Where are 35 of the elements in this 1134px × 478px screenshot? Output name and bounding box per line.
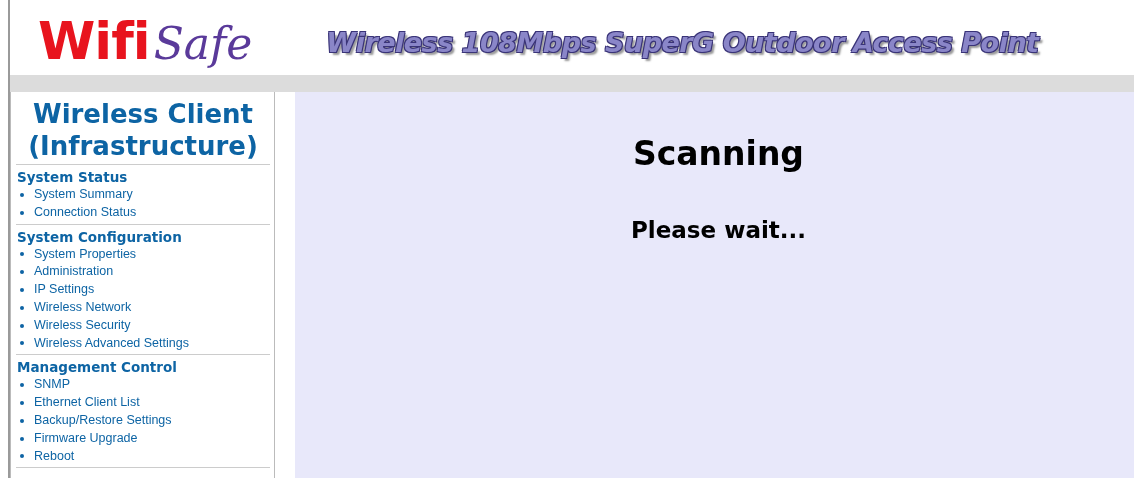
bullet-icon <box>20 436 24 441</box>
bullet-icon <box>20 252 24 257</box>
logo-text: Wifi <box>38 10 150 71</box>
section-heading: Management Control <box>17 358 178 377</box>
bullet-icon <box>20 454 24 459</box>
nav-link[interactable]: Backup/Restore Settings <box>17 411 172 430</box>
nav-link[interactable]: Ethernet Client List <box>17 394 140 412</box>
nav-link[interactable]: System Properties <box>17 245 137 264</box>
nav-link[interactable]: Wireless Security <box>17 316 131 335</box>
nav-link[interactable]: Wireless Advanced Settings <box>17 334 189 353</box>
bullet-icon <box>20 341 24 346</box>
nav-link[interactable]: Wireless Network <box>17 299 132 317</box>
bullet-icon <box>20 418 24 423</box>
bullet-icon <box>20 210 24 215</box>
page-heading: Scanning <box>633 134 804 173</box>
bullet-icon <box>20 288 24 293</box>
product-title: Wireless 108Mbps SuperG Outdoor Access Point <box>326 26 1039 58</box>
section-heading: System Status <box>17 168 129 186</box>
nav-link[interactable]: Connection Status <box>17 203 137 222</box>
bullet-icon <box>20 305 24 310</box>
nav-link[interactable]: SNMP <box>17 376 71 395</box>
bullet-icon <box>20 192 24 197</box>
nav-link[interactable]: Firmware Upgrade <box>17 429 138 448</box>
nav-link[interactable]: System Summary <box>17 186 133 204</box>
sidebar-title: Wireless Client (Infrastructure) <box>27 98 259 163</box>
nav-link[interactable]: Reboot <box>17 447 75 466</box>
status-message: Please wait... <box>631 217 806 243</box>
nav-link[interactable]: Administration <box>17 263 114 282</box>
bullet-icon <box>20 383 24 388</box>
section-heading: System Configuration <box>17 227 183 246</box>
logo-text: Safe <box>153 17 253 69</box>
nav-link[interactable]: IP Settings <box>17 281 95 299</box>
bullet-icon <box>20 270 24 275</box>
bullet-icon <box>20 401 24 406</box>
bullet-icon <box>20 323 24 328</box>
